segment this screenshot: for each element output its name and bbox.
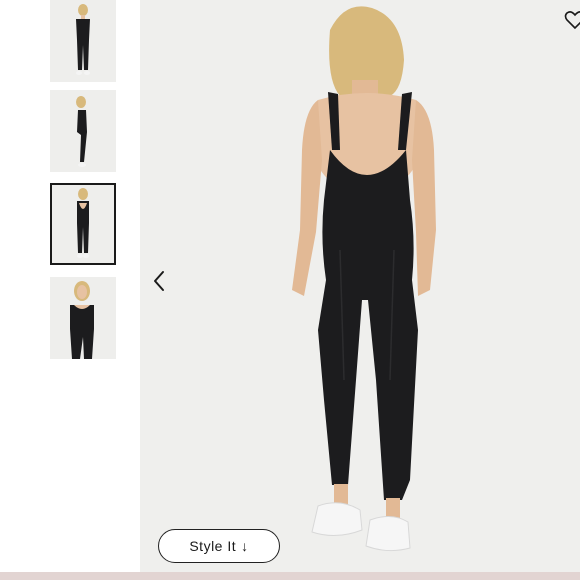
style-it-label: Style It bbox=[189, 538, 237, 554]
thumbnail-rail bbox=[0, 0, 140, 572]
chevron-left-icon[interactable] bbox=[148, 266, 170, 296]
thumbnail-closeup-view[interactable] bbox=[50, 277, 116, 359]
style-it-button[interactable]: Style It ↓ bbox=[158, 529, 280, 563]
thumbnail-closeup-image bbox=[70, 281, 94, 359]
thumbnail-front-view[interactable] bbox=[50, 0, 116, 82]
thumbnail-back-view[interactable] bbox=[50, 183, 116, 265]
bottom-accent-strip bbox=[0, 572, 580, 580]
thumbnail-side-view[interactable] bbox=[50, 90, 116, 172]
model-back-view-illustration bbox=[292, 6, 436, 552]
thumbnail-back-image bbox=[77, 188, 89, 258]
thumbnail-front-image bbox=[76, 4, 90, 75]
thumbnail-side-image bbox=[76, 96, 87, 167]
main-product-image bbox=[140, 0, 580, 572]
heart-icon[interactable] bbox=[564, 10, 580, 30]
arrow-down-icon: ↓ bbox=[241, 538, 249, 554]
